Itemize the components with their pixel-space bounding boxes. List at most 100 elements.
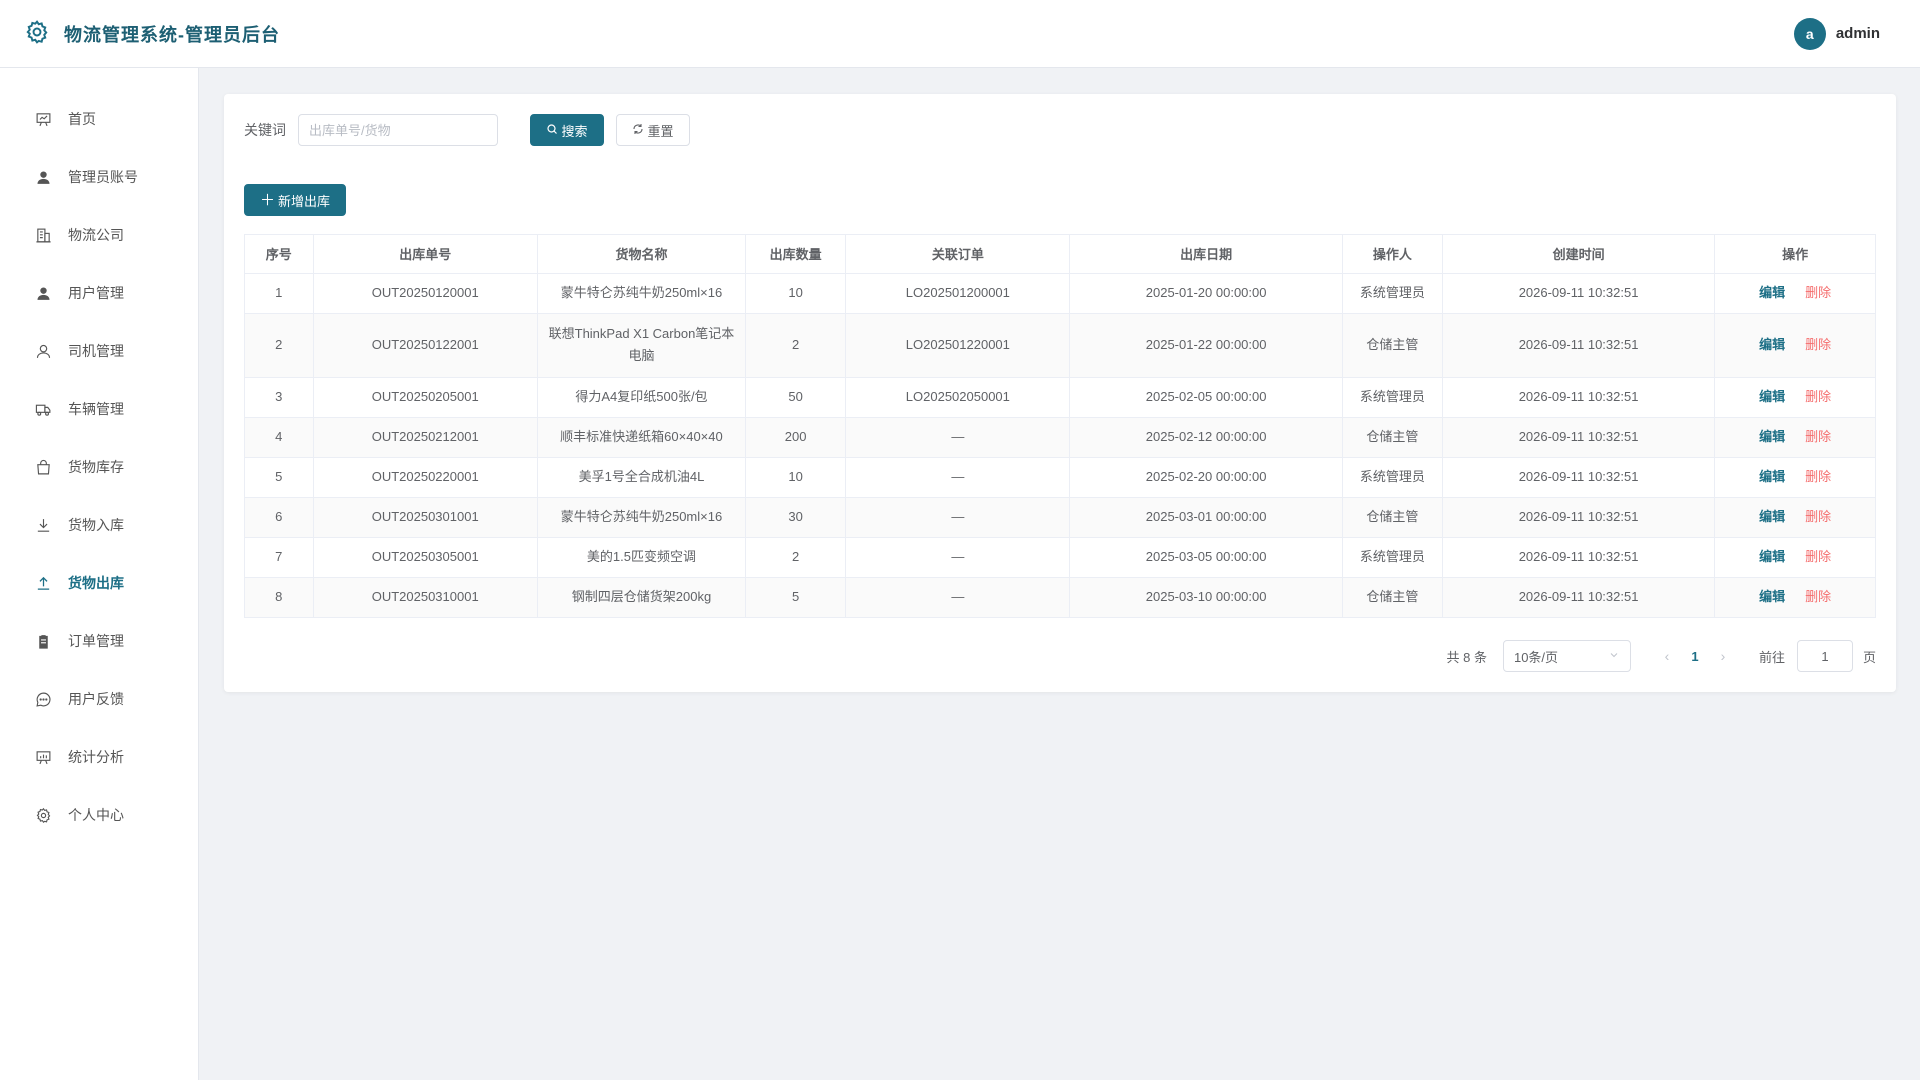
- sidebar-item-statistics[interactable]: 统计分析: [0, 728, 198, 786]
- cell-code: OUT20250120001: [313, 273, 538, 314]
- sidebar-item-logistics-company[interactable]: 物流公司: [0, 206, 198, 264]
- next-page-button[interactable]: ›: [1711, 648, 1735, 664]
- keyword-input[interactable]: [298, 114, 498, 146]
- username[interactable]: admin: [1836, 25, 1880, 42]
- user-menu[interactable]: a admin: [1793, 17, 1880, 50]
- edit-button[interactable]: 编辑: [1759, 389, 1785, 404]
- cell-date: 2025-03-10 00:00:00: [1069, 577, 1343, 617]
- brand: 物流管理系统-管理员后台: [24, 19, 280, 48]
- cell-qty: 5: [745, 577, 847, 617]
- page-number[interactable]: 1: [1679, 649, 1711, 664]
- prev-page-button[interactable]: ‹: [1655, 648, 1679, 664]
- avatar[interactable]: a: [1793, 17, 1826, 50]
- add-outbound-label: 新增出库: [278, 193, 331, 209]
- search-icon: [546, 123, 558, 138]
- cell-goods: 顺丰标准快递纸箱60×40×40: [537, 417, 747, 458]
- sidebar-item-orders[interactable]: 订单管理: [0, 612, 198, 670]
- cell-created: 2026-09-11 10:32:51: [1442, 313, 1716, 378]
- top-header: 物流管理系统-管理员后台 a admin: [0, 0, 1920, 68]
- sidebar-item-inventory[interactable]: 货物库存: [0, 438, 198, 496]
- column-header: 出库数量: [745, 235, 847, 274]
- cell-no: 3: [245, 377, 314, 418]
- edit-button[interactable]: 编辑: [1759, 509, 1785, 524]
- cell-goods: 美的1.5匹变频空调: [537, 537, 747, 578]
- gear-icon: [24, 19, 50, 48]
- sidebar: 首页 管理员账号 物流公司 用户管理 司机管理 车辆管理 货物库存 货物入库 货…: [0, 68, 199, 1080]
- cell-no: 1: [245, 273, 314, 314]
- column-header: 序号: [245, 235, 314, 274]
- page-size-value: 10条/页: [1513, 649, 1559, 665]
- sidebar-item-label: 统计分析: [68, 749, 124, 765]
- cell-code: OUT20250305001: [313, 537, 538, 578]
- cell-qty: 2: [745, 313, 847, 378]
- sidebar-item-drivers[interactable]: 司机管理: [0, 322, 198, 380]
- cell-actions: 编辑 删除: [1714, 497, 1875, 538]
- edit-button[interactable]: 编辑: [1759, 337, 1785, 352]
- edit-button[interactable]: 编辑: [1759, 429, 1785, 444]
- cell-operator: 系统管理员: [1342, 457, 1443, 498]
- sidebar-item-users[interactable]: 用户管理: [0, 264, 198, 322]
- sidebar-item-profile[interactable]: 个人中心: [0, 786, 198, 844]
- sidebar-item-label: 订单管理: [68, 633, 124, 649]
- edit-button[interactable]: 编辑: [1759, 469, 1785, 484]
- delete-button[interactable]: 删除: [1805, 429, 1831, 444]
- edit-button[interactable]: 编辑: [1759, 589, 1785, 604]
- delete-button[interactable]: 删除: [1805, 285, 1831, 300]
- cell-goods: 蒙牛特仑苏纯牛奶250ml×16: [537, 497, 747, 538]
- cell-no: 2: [245, 313, 314, 378]
- user-solid-icon: [34, 168, 52, 186]
- delete-button[interactable]: 删除: [1805, 549, 1831, 564]
- delete-button[interactable]: 删除: [1805, 509, 1831, 524]
- sidebar-item-feedback[interactable]: 用户反馈: [0, 670, 198, 728]
- sidebar-item-home[interactable]: 首页: [0, 90, 198, 148]
- column-header: 关联订单: [845, 235, 1071, 274]
- delete-button[interactable]: 删除: [1805, 589, 1831, 604]
- cell-qty: 30: [745, 497, 847, 538]
- delete-button[interactable]: 删除: [1805, 469, 1831, 484]
- goto-page-input[interactable]: [1796, 640, 1853, 672]
- search-button[interactable]: 搜索: [530, 114, 604, 146]
- column-header: 出库日期: [1069, 235, 1343, 274]
- cell-operator: 仓储主管: [1342, 497, 1443, 538]
- table-row: 8 OUT20250310001 钢制四层仓储货架200kg 5—2025-03-10…: [245, 577, 1875, 617]
- cell-qty: 10: [745, 273, 847, 314]
- add-outbound-button[interactable]: ＋ 新增出库: [244, 184, 346, 216]
- cell-date: 2025-02-05 00:00:00: [1069, 377, 1343, 418]
- reset-button[interactable]: 重置: [616, 114, 690, 146]
- cell-created: 2026-09-11 10:32:51: [1442, 497, 1716, 538]
- cell-operator: 系统管理员: [1342, 377, 1443, 418]
- cell-no: 6: [245, 497, 314, 538]
- cell-created: 2026-09-11 10:32:51: [1442, 273, 1716, 314]
- app-title: 物流管理系统-管理员后台: [64, 24, 280, 45]
- cell-qty: 10: [745, 457, 847, 498]
- cell-actions: 编辑 删除: [1714, 417, 1875, 458]
- keyword-label: 关键词: [244, 122, 286, 138]
- page-size-select[interactable]: 10条/页: [1502, 640, 1631, 672]
- cell-created: 2026-09-11 10:32:51: [1442, 577, 1716, 617]
- cell-operator: 仓储主管: [1342, 577, 1443, 617]
- delete-button[interactable]: 删除: [1805, 337, 1831, 352]
- table-row: 2 OUT20250122001 联想ThinkPad X1 Carbon笔记本电脑…: [245, 313, 1875, 378]
- edit-button[interactable]: 编辑: [1759, 285, 1785, 300]
- chat-icon: [34, 690, 52, 708]
- cell-qty: 50: [745, 377, 847, 418]
- sidebar-item-inbound[interactable]: 货物入库: [0, 496, 198, 554]
- delete-button[interactable]: 删除: [1805, 389, 1831, 404]
- page-suffix: 页: [1862, 649, 1876, 665]
- search-button-label: 搜索: [561, 123, 588, 139]
- sidebar-item-outbound[interactable]: 货物出库: [0, 554, 198, 612]
- cell-actions: 编辑 删除: [1714, 457, 1875, 498]
- sidebar-item-admin-accounts[interactable]: 管理员账号: [0, 148, 198, 206]
- cell-code: OUT20250212001: [313, 417, 538, 458]
- table-row: 5 OUT20250220001 美孚1号全合成机油4L 10—2025-02-20 …: [245, 457, 1875, 498]
- sidebar-item-vehicles[interactable]: 车辆管理: [0, 380, 198, 438]
- user-solid-icon: [34, 284, 52, 302]
- cell-goods: 蒙牛特仑苏纯牛奶250ml×16: [537, 273, 747, 314]
- cell-operator: 仓储主管: [1342, 313, 1443, 378]
- column-header: 出库单号: [313, 235, 538, 274]
- edit-button[interactable]: 编辑: [1759, 549, 1785, 564]
- cell-qty: 2: [745, 537, 847, 578]
- cell-actions: 编辑 删除: [1714, 537, 1875, 578]
- cell-order: —: [845, 537, 1071, 578]
- table-header-row: 序号 出库单号 货物名称 出库数量 关联订单 出库日期 操作人 创建时间 操作: [245, 235, 1875, 274]
